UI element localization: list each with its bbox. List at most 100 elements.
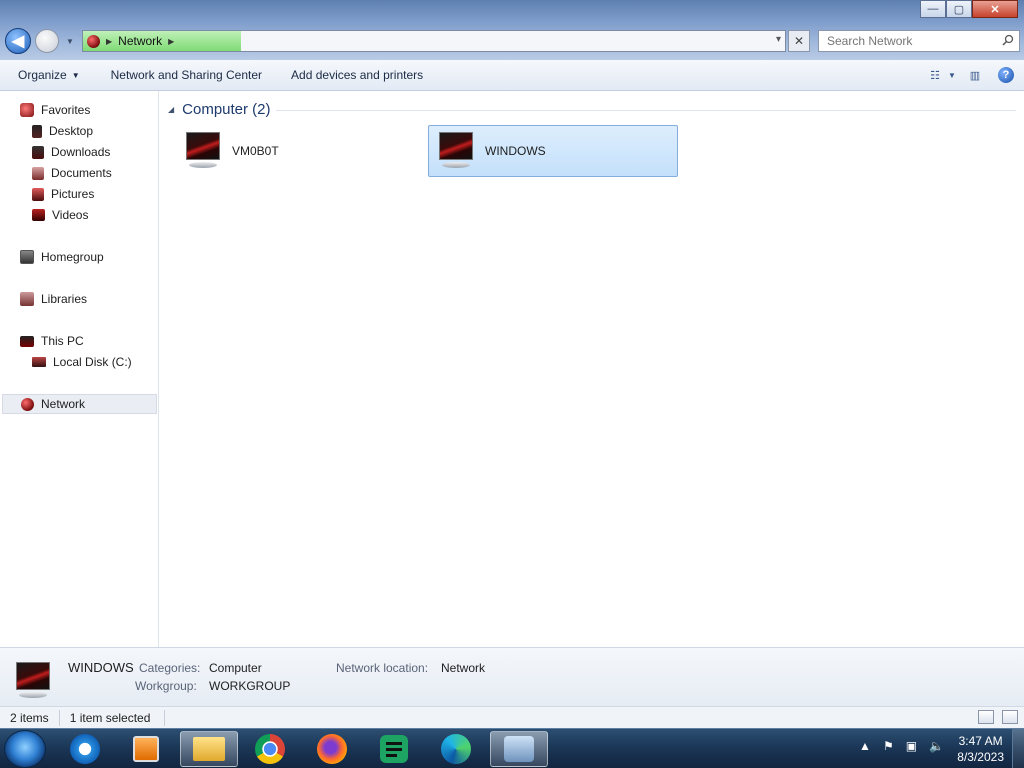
search-input[interactable] (819, 31, 989, 51)
nav-videos[interactable]: Videos (32, 205, 88, 225)
computer-item[interactable]: VM0B0T (176, 125, 426, 177)
network-sharing-center-button[interactable]: Network and Sharing Center (89, 60, 271, 90)
location-value: Network (441, 661, 486, 675)
stop-button[interactable]: ✕ (788, 30, 810, 52)
nav-label: This PC (41, 334, 84, 348)
window-titlebar: — ▢ ✕ ◀ ▼ ▶ Network ▶ ▾ ✕ (0, 0, 1024, 60)
details-view-button[interactable] (978, 710, 994, 724)
navigation-pane: Favorites Desktop Downloads Documents Pi… (0, 91, 159, 647)
pictures-icon (32, 187, 44, 201)
preview-pane-icon: ▥ (969, 69, 981, 82)
nav-label: Desktop (49, 124, 94, 138)
details-name: WINDOWS (68, 660, 134, 675)
nav-label: Downloads (51, 145, 111, 159)
show-hidden-icons-icon[interactable]: ▲ (859, 739, 871, 753)
recent-pages-dropdown[interactable]: ▼ (66, 37, 74, 46)
nav-pictures[interactable]: Pictures (32, 184, 94, 204)
computer-name: VM0B0T (232, 144, 279, 158)
taskbar-sheets[interactable] (365, 731, 423, 767)
window-controls: — ▢ ✕ (920, 0, 1018, 18)
nav-label: Pictures (51, 187, 95, 201)
taskbar-chrome[interactable] (241, 731, 299, 767)
show-desktop-button[interactable] (1012, 729, 1024, 768)
taskbar-file-explorer[interactable] (180, 731, 238, 767)
computer-icon (437, 130, 475, 172)
organize-label: Organize (18, 68, 67, 82)
start-button[interactable] (4, 730, 46, 768)
taskbar-edge[interactable] (427, 731, 485, 767)
breadcrumb-arrow-icon[interactable]: ▶ (168, 37, 174, 46)
close-button[interactable]: ✕ (972, 0, 1018, 18)
status-bar: 2 items 1 item selected (0, 706, 1024, 728)
computer-icon (184, 130, 222, 172)
help-icon[interactable]: ? (998, 67, 1014, 83)
sheets-icon (380, 735, 408, 763)
command-bar: Organize ▼ Network and Sharing Center Add… (0, 60, 1024, 91)
selection-count: 1 item selected (60, 709, 166, 726)
nav-documents[interactable]: Documents (32, 163, 112, 183)
downloads-icon (32, 145, 44, 159)
system-tray: ▲ ⚑ ▣ 🔈 (859, 739, 944, 753)
taskbar-internet-explorer[interactable] (56, 731, 114, 767)
folder-icon (193, 737, 225, 761)
nav-desktop[interactable]: Desktop (32, 121, 93, 141)
taskbar: ▲ ⚑ ▣ 🔈 3:47 AM 8/3/2023 (0, 728, 1024, 768)
collapse-triangle-icon[interactable]: ◢ (168, 105, 174, 114)
search-icon[interactable] (1002, 34, 1014, 46)
computer-item[interactable]: WINDOWS (428, 125, 678, 177)
breadcrumb-arrow-icon[interactable]: ▶ (106, 37, 112, 46)
nav-downloads[interactable]: Downloads (32, 142, 110, 162)
categories-value: Computer (209, 661, 262, 675)
maximize-button[interactable]: ▢ (946, 0, 972, 18)
nav-local-disk[interactable]: Local Disk (C:) (32, 352, 132, 372)
nav-label: Documents (51, 166, 112, 180)
forward-button[interactable] (35, 29, 59, 53)
address-bar[interactable]: ▶ Network ▶ ▾ (82, 30, 786, 52)
back-button[interactable]: ◀ (5, 28, 31, 54)
chevron-down-icon: ▼ (947, 70, 956, 80)
computer-name: WINDOWS (485, 144, 546, 158)
minimize-button[interactable]: — (920, 0, 946, 18)
nav-homegroup[interactable]: Homegroup (20, 247, 104, 267)
chrome-icon (255, 734, 285, 764)
chevron-down-icon[interactable]: ▾ (776, 34, 781, 45)
nav-this-pc[interactable]: This PC (20, 331, 84, 351)
arrow-left-icon: ◀ (11, 33, 25, 50)
add-devices-button[interactable]: Add devices and printers (271, 60, 432, 90)
organize-button[interactable]: Organize ▼ (0, 60, 89, 90)
nav-label: Homegroup (41, 250, 104, 264)
search-box[interactable] (818, 30, 1020, 52)
taskbar-media-player[interactable] (117, 731, 175, 767)
media-player-icon (133, 736, 159, 762)
nav-network[interactable]: Network (2, 394, 157, 414)
computer-icon (20, 335, 34, 347)
close-icon: ✕ (793, 34, 805, 48)
clock[interactable]: 3:47 AM 8/3/2023 (957, 733, 1004, 765)
homegroup-icon (20, 250, 34, 264)
disk-icon (32, 357, 46, 367)
action-center-flag-icon[interactable]: ⚑ (883, 739, 894, 753)
desktop-icon (32, 124, 42, 138)
computer-icon (14, 660, 52, 702)
chevron-down-icon: ▼ (71, 70, 80, 80)
internet-explorer-icon (70, 734, 100, 764)
clock-time: 3:47 AM (958, 734, 1003, 748)
nav-label: Videos (52, 208, 89, 222)
nav-libraries[interactable]: Libraries (20, 289, 87, 309)
network-status-icon[interactable]: ▣ (906, 739, 917, 753)
firefox-icon (317, 734, 347, 764)
breadcrumb-network[interactable]: Network (118, 34, 162, 48)
volume-icon[interactable]: 🔈 (929, 739, 944, 753)
preview-pane-button[interactable]: ▥ (966, 66, 984, 84)
nav-label: Local Disk (C:) (53, 355, 132, 369)
taskbar-firefox[interactable] (303, 731, 361, 767)
documents-icon (32, 166, 44, 180)
group-divider (276, 110, 1016, 111)
group-header[interactable]: ◢ Computer (2) (168, 101, 271, 118)
details-pane: WINDOWS Categories: Computer Workgroup: … (0, 647, 1024, 706)
nav-favorites[interactable]: Favorites (20, 100, 90, 120)
nav-label: Libraries (41, 292, 88, 306)
taskbar-network-app[interactable] (490, 731, 548, 767)
large-icons-view-button[interactable] (1002, 710, 1018, 724)
view-options-button[interactable]: ☷ ▼ (930, 66, 956, 84)
